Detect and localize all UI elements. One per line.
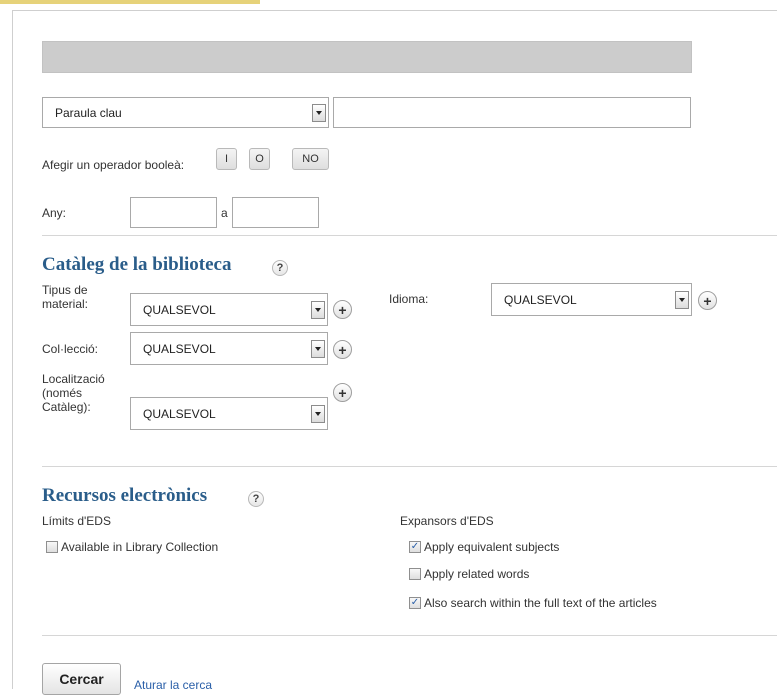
expander-full-text[interactable]: ✓ Also search within the full text of th… [409, 596, 657, 610]
eds-limits-label: Límits d'EDS [42, 514, 111, 528]
limit-label: Available in Library Collection [61, 540, 219, 554]
add-collection-plus-icon[interactable]: + [333, 340, 352, 359]
stop-search-link[interactable]: Aturar la cerca [134, 678, 212, 692]
catalog-help-icon[interactable]: ? [272, 260, 288, 276]
collection-label: Col·lecció: [42, 342, 99, 356]
language-value: QUALSEVOL [504, 292, 577, 307]
year-from-input[interactable] [130, 197, 217, 228]
expander-label: Also search within the full text of the … [424, 596, 657, 610]
search-field-select[interactable]: Paraula clau [42, 97, 329, 128]
collection-select[interactable]: QUALSEVOL [130, 332, 328, 365]
divider [42, 466, 777, 467]
chevron-down-icon [312, 103, 326, 122]
add-location-plus-icon[interactable]: + [333, 383, 352, 402]
add-material-plus-icon[interactable]: + [333, 300, 352, 319]
add-language-plus-icon[interactable]: + [698, 291, 717, 310]
year-to-input[interactable] [232, 197, 319, 228]
location-label-line3: Catàleg): [42, 400, 91, 414]
year-label: Any: [42, 206, 67, 220]
chevron-down-icon [311, 339, 325, 358]
divider [42, 235, 777, 236]
expander-label: Apply equivalent subjects [424, 540, 560, 554]
electronic-help-icon[interactable]: ? [248, 491, 264, 507]
location-select[interactable]: QUALSEVOL [130, 397, 328, 430]
language-select[interactable]: QUALSEVOL [491, 283, 692, 316]
operator-or-button[interactable]: O [249, 148, 270, 170]
header-bar [42, 41, 692, 73]
material-type-label-line2: material: [42, 297, 89, 311]
material-type-label: Tipus de material: [42, 283, 88, 311]
search-panel: Paraula clau Afegir un operador booleà: … [12, 10, 777, 695]
material-type-value: QUALSEVOL [143, 302, 216, 317]
year-separator: a [221, 206, 228, 220]
boolean-operator-label: Afegir un operador booleà: [42, 158, 185, 172]
limit-available-in-library[interactable]: Available in Library Collection [46, 540, 218, 554]
material-type-label-line1: Tipus de [42, 283, 88, 297]
language-label: Idioma: [389, 292, 429, 306]
location-value: QUALSEVOL [143, 406, 216, 421]
search-button[interactable]: Cercar [42, 663, 121, 695]
checkbox-unchecked-icon[interactable] [46, 541, 58, 553]
location-label-line1: Localització [42, 372, 105, 386]
search-query-input[interactable] [333, 97, 691, 128]
search-field-value: Paraula clau [55, 105, 122, 120]
catalog-section-title: Catàleg de la biblioteca [42, 254, 232, 275]
chevron-down-icon [311, 404, 325, 423]
collection-value: QUALSEVOL [143, 341, 216, 356]
expander-label: Apply related words [424, 567, 530, 581]
expander-equivalent-subjects[interactable]: ✓ Apply equivalent subjects [409, 540, 559, 554]
electronic-section-title: Recursos electrònics [42, 485, 208, 506]
material-type-select[interactable]: QUALSEVOL [130, 293, 328, 326]
checkbox-checked-icon[interactable]: ✓ [409, 597, 421, 609]
chevron-down-icon [311, 300, 325, 319]
divider [42, 635, 777, 636]
top-accent-strip [0, 0, 260, 4]
location-label: Localització (només Catàleg): [42, 372, 105, 414]
operator-and-button[interactable]: I [216, 148, 237, 170]
expander-related-words[interactable]: Apply related words [409, 567, 529, 581]
checkbox-unchecked-icon[interactable] [409, 568, 421, 580]
eds-expanders-label: Expansors d'EDS [400, 514, 494, 528]
chevron-down-icon [675, 290, 689, 309]
operator-not-button[interactable]: NO [292, 148, 329, 170]
checkbox-checked-icon[interactable]: ✓ [409, 541, 421, 553]
location-label-line2: (només [42, 386, 83, 400]
